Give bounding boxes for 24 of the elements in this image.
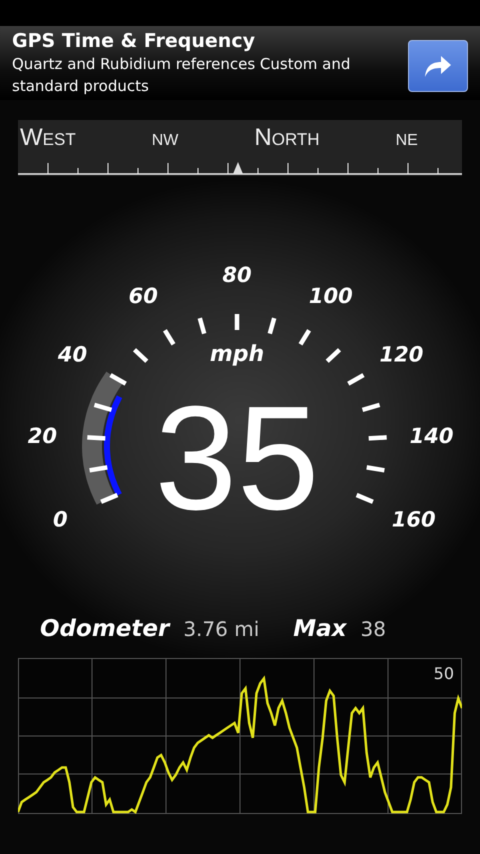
compass-direction: NORTH <box>254 124 320 152</box>
ad-text: Quartz and Rubidium references Custom and standard products <box>12 54 352 97</box>
compass-direction: WEST <box>20 124 76 152</box>
stat-value: 3.76 mi <box>183 617 260 641</box>
graph-scale-label: 50 <box>434 664 454 683</box>
speed-scale-label: 120 <box>380 342 424 367</box>
ad-title: GPS Time & Frequency <box>12 29 256 53</box>
compass-direction: NW <box>152 132 178 150</box>
speed-unit: mph <box>210 342 264 367</box>
speed-scale-label: 80 <box>222 263 252 287</box>
speed-scale-label: 160 <box>392 508 436 532</box>
speed-scale-label: 100 <box>308 284 353 308</box>
speed-scale-label: 20 <box>28 424 58 448</box>
speed-scale-label: 140 <box>410 424 454 448</box>
speed-readout: 35 <box>154 376 320 541</box>
share-arrow-icon <box>423 53 453 79</box>
speed-scale-label: 60 <box>128 284 158 308</box>
share-button[interactable] <box>408 40 468 92</box>
stat-value: 38 <box>360 617 386 641</box>
speed-scale-label: 0 <box>52 508 68 532</box>
compass-direction: NE <box>396 132 418 150</box>
speed-scale-label: 40 <box>58 342 88 367</box>
stat-label: Odometer <box>40 616 170 642</box>
stat-label: Max <box>293 616 347 642</box>
